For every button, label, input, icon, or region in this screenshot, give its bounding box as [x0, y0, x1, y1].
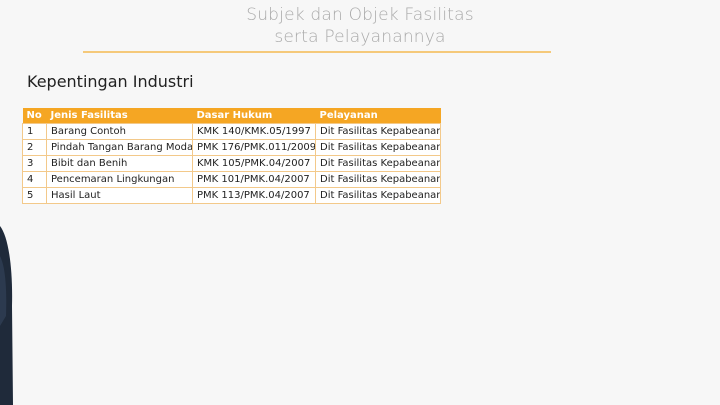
cell-dasar-hukum: PMK 113/PMK.04/2007: [192, 187, 316, 204]
table-row: 5 Hasil Laut PMK 113/PMK.04/2007 Dit Fas…: [22, 187, 441, 204]
table-body: 1 Barang Contoh KMK 140/KMK.05/1997 Dit …: [22, 123, 441, 204]
cell-dasar-hukum: PMK 176/PMK.011/2009: [192, 139, 316, 156]
facilities-table-container: No Jenis Fasilitas Dasar Hukum Pelayanan…: [22, 108, 441, 204]
cell-dasar-hukum: PMK 101/PMK.04/2007: [192, 171, 316, 188]
header-dasar-hukum: Dasar Hukum: [196, 110, 273, 121]
cell-jenis-fasilitas: Pencemaran Lingkungan: [46, 171, 193, 188]
facilities-table: No Jenis Fasilitas Dasar Hukum Pelayanan…: [22, 108, 441, 204]
cell-jenis-fasilitas: Barang Contoh: [46, 123, 193, 140]
cell-jenis-fasilitas: Pindah Tangan Barang Modal: [46, 139, 193, 156]
slide-title-line-1: Subjek dan Objek Fasilitas: [246, 5, 474, 25]
cell-dasar-hukum: KMK 140/KMK.05/1997: [192, 123, 316, 140]
table-row: 2 Pindah Tangan Barang Modal PMK 176/PMK…: [22, 139, 441, 156]
cell-no: 4: [22, 171, 47, 188]
header-pelayanan: Pelayanan: [319, 110, 378, 121]
header-no: No: [26, 110, 42, 121]
cell-pelayanan: Dit Fasilitas Kepabeanan: [315, 155, 441, 172]
cell-no: 2: [22, 139, 47, 156]
cell-no: 1: [22, 123, 47, 140]
table-header-row: No Jenis Fasilitas Dasar Hukum Pelayanan: [22, 108, 441, 124]
cell-dasar-hukum: KMK 105/PMK.04/2007: [192, 155, 316, 172]
cell-jenis-fasilitas: Bibit dan Benih: [46, 155, 193, 172]
presenter-figure: [0, 226, 13, 405]
cell-pelayanan: Dit Fasilitas Kepabeanan: [315, 139, 441, 156]
table-header: No Jenis Fasilitas Dasar Hukum Pelayanan: [22, 108, 441, 124]
table-row: 4 Pencemaran Lingkungan PMK 101/PMK.04/2…: [22, 171, 441, 188]
slide-title-line-2: serta Pelayanannya: [274, 27, 446, 47]
cell-no: 3: [22, 155, 47, 172]
cell-pelayanan: Dit Fasilitas Kepabeanan: [315, 171, 441, 188]
table-row: 3 Bibit dan Benih KMK 105/PMK.04/2007 Di…: [22, 155, 441, 172]
title-underline: [83, 51, 551, 53]
cell-pelayanan: Dit Fasilitas Kepabeanan: [315, 123, 441, 140]
section-heading: Kepentingan Industri: [27, 72, 194, 91]
slide-title: Subjek dan Objek Fasilitas serta Pelayan…: [0, 4, 720, 48]
cell-pelayanan: Dit Fasilitas Kepabeanan: [315, 187, 441, 204]
table-row: 1 Barang Contoh KMK 140/KMK.05/1997 Dit …: [22, 123, 441, 140]
cell-jenis-fasilitas: Hasil Laut: [46, 187, 193, 204]
header-jenis-fasilitas: Jenis Fasilitas: [50, 110, 128, 121]
cell-no: 5: [22, 187, 47, 204]
